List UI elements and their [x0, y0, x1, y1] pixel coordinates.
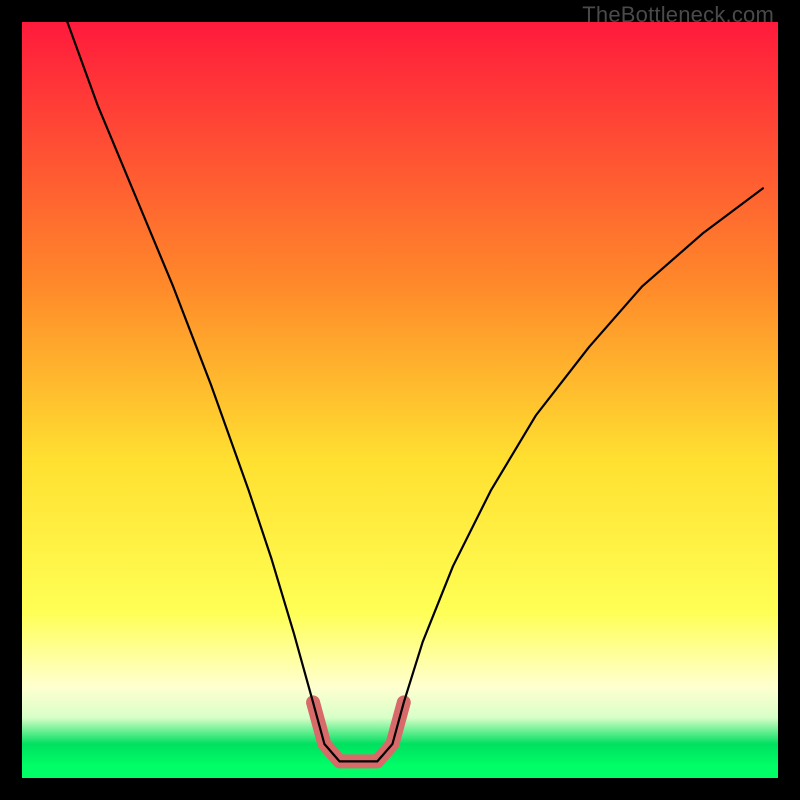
gradient-background	[22, 22, 778, 778]
outer-black-frame: TheBottleneck.com	[0, 0, 800, 800]
plot-area	[22, 22, 778, 778]
watermark-text: TheBottleneck.com	[582, 2, 774, 28]
chart-svg	[22, 22, 778, 778]
